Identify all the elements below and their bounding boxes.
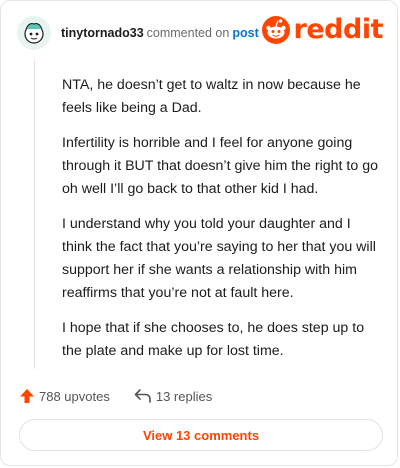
replies-button[interactable]: 13 replies [134,388,212,404]
post-link[interactable]: post [232,26,258,40]
username-link[interactable]: tinytornado33 [61,26,144,40]
comment-actions: 788 upvotes 13 replies [19,385,212,407]
upvote-button[interactable]: 788 upvotes [19,388,110,404]
comment-body: NTA, he doesn’t get to waltz in now beca… [62,74,380,375]
comment-paragraph: NTA, he doesn’t get to waltz in now beca… [62,77,361,116]
comment-paragraph: I hope that if she chooses to, he does s… [62,320,365,359]
avatar-icon [24,23,44,44]
thread-line [34,59,35,369]
commented-on-label: commented on [146,26,230,40]
upvote-count: 788 upvotes [39,388,110,404]
comment-paragraph: I understand why you told your daughter … [62,216,376,301]
comment-meta: tinytornado33 commented on post [61,26,259,40]
avatar[interactable] [17,16,51,50]
reddit-wordmark: reddit [293,14,384,45]
reddit-logo[interactable]: reddit [261,14,384,45]
reddit-snoo-icon [261,16,290,44]
comment-card: tinytornado33 commented on post reddit NTA… [0,0,398,466]
reply-arrow-icon [134,389,151,403]
comment-paragraph: Infertility is horrible and I feel for a… [62,135,378,197]
upvote-arrow-icon [20,389,34,403]
replies-count: 13 replies [155,388,213,404]
view-comments-button[interactable]: View 13 comments [19,419,383,451]
comment-header: tinytornado33 commented on post reddit [17,14,384,51]
